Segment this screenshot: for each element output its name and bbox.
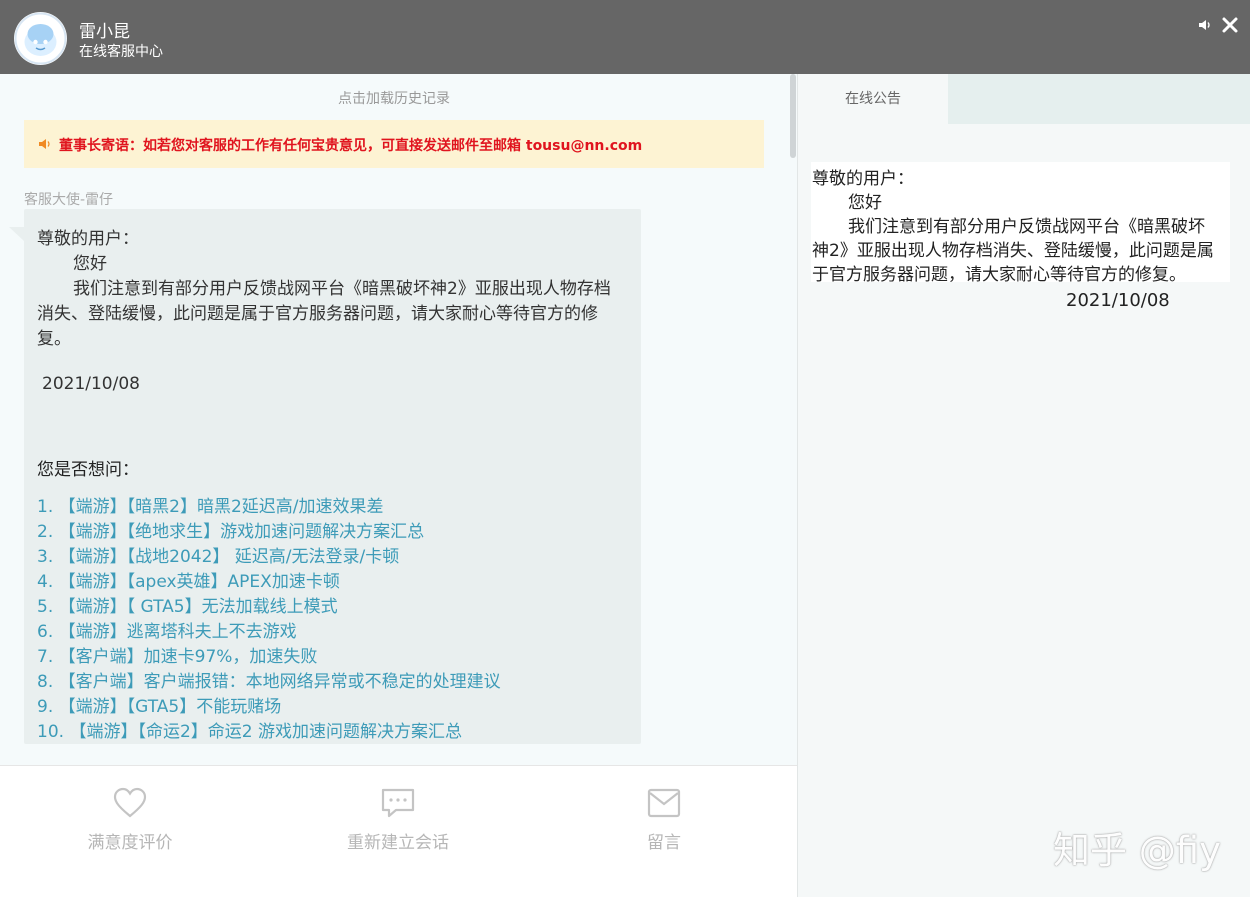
message-body-line: 我们注意到有部分用户反馈战网平台《暗黑破坏神2》亚服出现人物存档 xyxy=(73,279,611,299)
faq-link[interactable]: 4. 【端游】【apex英雄】APEX加速卡顿 xyxy=(37,567,340,592)
faq-heading: 您是否想问： xyxy=(37,460,139,480)
megaphone-icon xyxy=(39,139,50,149)
title-bar xyxy=(0,0,1250,74)
faq-link[interactable]: 10. 【端游】【命运2】命运2 游戏加速问题解决方案汇总 xyxy=(37,717,462,742)
faq-link[interactable]: 6. 【端游】逃离塔科夫上不去游戏 xyxy=(37,617,297,642)
chat-bubble-icon[interactable] xyxy=(381,787,415,819)
message-greeting: 尊敬的用户： xyxy=(37,229,139,249)
message-date: 2021/10/08 xyxy=(42,374,140,394)
new-session-button[interactable]: 重新建立会话 xyxy=(338,828,458,853)
rate-button[interactable]: 满意度评价 xyxy=(80,828,180,853)
leave-message-button[interactable]: 留言 xyxy=(624,828,704,853)
notice-text: 董事长寄语：如若您对客服的工作有任何宝贵意见，可直接发送邮件至邮箱 tousu@… xyxy=(59,138,643,154)
faq-link[interactable]: 8. 【客户端】客户端报错：本地网络异常或不稳定的处理建议 xyxy=(37,667,501,692)
chat-scrollbar-thumb[interactable] xyxy=(790,74,796,158)
faq-link[interactable]: 5. 【端游】【 GTA5】无法加载线上模式 xyxy=(37,592,338,617)
load-history-link[interactable]: 点击加载历史记录 xyxy=(0,88,788,108)
watermark: 知乎 @fiy xyxy=(1053,829,1221,872)
announcement-line: 于官方服务器问题，请大家耐心等待官方的修复。 xyxy=(812,265,1186,285)
faq-link[interactable]: 3. 【端游】【战地2042】 延迟高/无法登录/卡顿 xyxy=(37,542,399,567)
announcement-line: 神2》亚服出现人物存档消失、登陆缓慢，此问题是属 xyxy=(812,241,1214,261)
bubble-tail xyxy=(9,227,24,241)
service-center-subtitle: 在线客服中心 xyxy=(79,44,163,60)
heart-icon[interactable] xyxy=(113,787,147,819)
faq-link[interactable]: 2. 【端游】【绝地求生】游戏加速问题解决方案汇总 xyxy=(37,517,424,542)
announcement-date: 2021/10/08 xyxy=(1066,290,1170,311)
announcement-hello: 您好 xyxy=(848,193,882,213)
announcement-line: 我们注意到有部分用户反馈战网平台《暗黑破坏 xyxy=(848,217,1205,237)
faq-link[interactable]: 1. 【端游】【暗黑2】暗黑2延迟高/加速效果差 xyxy=(37,492,383,517)
announcement-greeting: 尊敬的用户： xyxy=(812,169,914,189)
message-hello: 您好 xyxy=(73,254,107,274)
close-icon[interactable] xyxy=(1221,16,1239,34)
faq-link[interactable]: 7. 【客户端】加速卡97%，加速失败 xyxy=(37,642,317,667)
agent-name: 客服大使-雷仔 xyxy=(24,192,114,208)
avatar xyxy=(14,12,67,65)
tab-announcement[interactable]: 在线公告 xyxy=(798,74,948,124)
faq-link[interactable]: 9. 【端游】【GTA5】不能玩赌场 xyxy=(37,692,281,717)
chat-scrollbar[interactable] xyxy=(788,74,797,765)
speaker-icon[interactable] xyxy=(1197,17,1213,33)
message-body-line: 复。 xyxy=(37,329,71,349)
mascot-icon xyxy=(14,12,67,65)
message-body-line: 消失、登陆缓慢，此问题是属于官方服务器问题，请大家耐心等待官方的修 xyxy=(37,304,598,324)
agent-service-name: 雷小昆 xyxy=(79,22,130,42)
tab-strip xyxy=(948,74,1250,124)
envelope-icon[interactable] xyxy=(647,787,681,819)
